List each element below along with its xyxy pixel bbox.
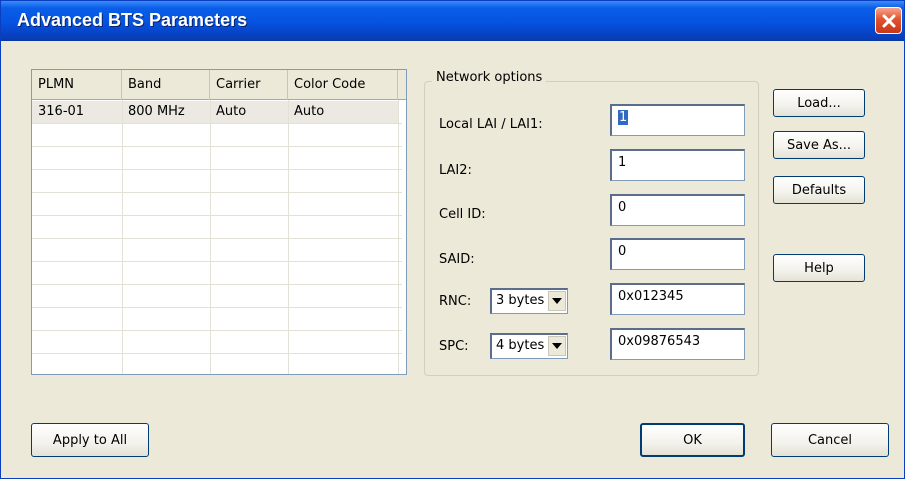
apply-to-all-button[interactable]: Apply to All — [31, 423, 149, 457]
title-bar[interactable]: Advanced BTS Parameters — [1, 1, 904, 41]
cell-id-label: Cell ID: — [439, 207, 486, 222]
save-as-button[interactable]: Save As... — [773, 131, 865, 159]
spc-value: 0x09876543 — [618, 334, 701, 349]
spc-size-select[interactable]: 4 bytes — [490, 333, 568, 359]
grid-line — [398, 100, 399, 374]
said-field[interactable]: 0 — [610, 238, 745, 270]
column-header-plmn[interactable]: PLMN — [32, 70, 122, 100]
column-header-band[interactable]: Band — [122, 70, 210, 100]
said-value: 0 — [618, 244, 627, 259]
grid-line — [32, 284, 402, 285]
ok-button[interactable]: OK — [640, 423, 745, 457]
grid-line — [122, 100, 123, 374]
grid-line — [32, 330, 402, 331]
dialog-window: Advanced BTS Parameters PLMN Band Carrie… — [0, 0, 905, 479]
window-title: Advanced BTS Parameters — [17, 10, 248, 30]
rnc-size-value: 3 bytes — [496, 293, 545, 308]
cell-band: 800 MHz — [128, 104, 185, 119]
grid-line — [32, 238, 402, 239]
defaults-button[interactable]: Defaults — [773, 176, 865, 204]
chevron-down-icon[interactable] — [548, 291, 566, 311]
table-header: PLMN Band Carrier Color Code — [32, 70, 406, 100]
grid-line — [210, 100, 211, 374]
grid-line — [32, 192, 402, 193]
rnc-size-select[interactable]: 3 bytes — [490, 288, 568, 314]
rnc-label: RNC: — [439, 294, 472, 309]
close-icon — [882, 14, 896, 28]
cell-color-code: Auto — [294, 104, 325, 119]
lai2-field[interactable]: 1 — [610, 149, 745, 181]
said-label: SAID: — [439, 252, 475, 267]
grid-line — [288, 100, 289, 374]
grid-line — [32, 307, 402, 308]
grid-line — [32, 146, 402, 147]
lai2-value: 1 — [618, 155, 627, 170]
close-button[interactable] — [875, 7, 902, 34]
local-lai-label: Local LAI / LAI1: — [439, 117, 543, 132]
rnc-value: 0x012345 — [618, 289, 684, 304]
column-header-carrier[interactable]: Carrier — [210, 70, 288, 100]
load-button[interactable]: Load... — [773, 89, 865, 117]
lai2-label: LAI2: — [439, 163, 472, 178]
spc-size-value: 4 bytes — [496, 338, 545, 353]
spc-field[interactable]: 0x09876543 — [610, 328, 745, 360]
grid-line — [32, 169, 402, 170]
grid-line — [32, 123, 402, 124]
cell-id-value: 0 — [618, 200, 627, 215]
network-options-legend: Network options — [432, 70, 547, 85]
cell-plmn: 316-01 — [38, 104, 85, 119]
spc-label: SPC: — [439, 339, 469, 354]
rnc-field[interactable]: 0x012345 — [610, 283, 745, 315]
help-button[interactable]: Help — [773, 254, 865, 282]
cell-id-field[interactable]: 0 — [610, 194, 745, 226]
cancel-button[interactable]: Cancel — [771, 423, 889, 457]
column-header-color-code[interactable]: Color Code — [288, 70, 398, 100]
grid-line — [32, 261, 402, 262]
chevron-down-icon[interactable] — [548, 336, 566, 356]
grid-line — [32, 353, 402, 354]
plmn-table[interactable]: PLMN Band Carrier Color Code 316-01 800 … — [31, 69, 407, 375]
grid-line — [32, 215, 402, 216]
local-lai-value: 1 — [618, 110, 629, 125]
local-lai-field[interactable]: 1 — [610, 104, 745, 136]
cell-carrier: Auto — [216, 104, 247, 119]
